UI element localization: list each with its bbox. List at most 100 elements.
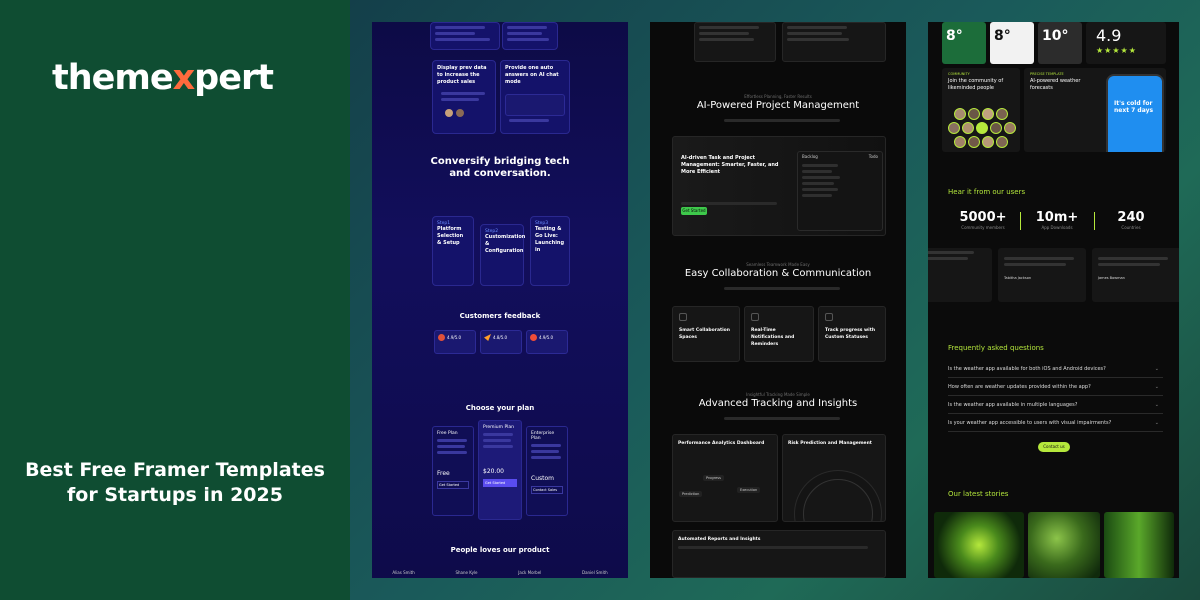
section-heading-line-1: Conversify bridging tech [430, 156, 570, 167]
prediction-tag: Prediction [679, 491, 703, 497]
task-management-hero: AI-driven Task and Project Management: S… [672, 136, 886, 236]
temperature: 8° [994, 28, 1011, 44]
analytics-dashboard-card: Performance Analytics Dashboard Progress… [672, 434, 778, 522]
weather-tile-1: 8° [942, 22, 986, 64]
flag-icon [825, 313, 833, 321]
plan-price: $20.00 [483, 468, 504, 475]
plan-price: Custom [531, 475, 554, 482]
plan-card-free: Free Plan Free Get Started [432, 426, 474, 516]
chat-icon [679, 313, 687, 321]
template-preview-weather-app[interactable]: 8° 8° 10° 4.9 ★★★★★ COMMUNITY Join the c… [928, 22, 1179, 578]
feature-card-statuses: Track progress with Custom Statuses [818, 306, 886, 362]
avatar [996, 136, 1008, 148]
faq-question: How often are weather updates provided w… [948, 384, 1091, 390]
story-image-2[interactable] [1028, 512, 1100, 578]
producthunt-icon [438, 334, 445, 341]
feature-card-ai-chat: Provide one auto answers on AI chat mode [500, 60, 570, 134]
task-board-panel: Backlog Todo [797, 151, 883, 231]
plan-button[interactable]: Get Started [437, 481, 469, 489]
person-name: Shane Kyle [455, 570, 478, 575]
logo-x-mark: x [172, 58, 196, 98]
step-card-1: Step1 Platform Selection & Setup [432, 216, 474, 286]
tracking-eyebrow: Insightful Tracking Made Simple [746, 392, 810, 397]
faq-item[interactable]: Is your weather app accessible to users … [948, 414, 1163, 432]
plan-button[interactable]: Contact Sales [531, 486, 563, 494]
stat-downloads: 10m+ App Downloads [1022, 210, 1092, 230]
bell-icon [751, 313, 759, 321]
plan-name: Premium Plan [483, 425, 515, 430]
plan-button[interactable]: Get Started [483, 479, 517, 487]
collab-heading: Easy Collaboration & Communication [684, 268, 872, 279]
person-name: Alias Smith [392, 570, 415, 575]
plan-price: Free [437, 470, 450, 477]
avatar [976, 122, 988, 134]
faq-item[interactable]: How often are weather updates provided w… [948, 378, 1163, 396]
stat-value: 5000+ [959, 210, 1007, 225]
template-preview-project-management[interactable]: Effortless Planning, Faster Results AI-P… [650, 22, 906, 578]
review-badge-3: 4.9/5.0 [526, 330, 568, 354]
status-list-card [782, 22, 886, 62]
template-label: PRECISE TEMPLATE [1030, 72, 1064, 76]
stories-heading: Our latest stories [948, 490, 1009, 498]
stat-label: Community members [961, 225, 1005, 230]
template-showcase: Display prev data to increase the produc… [350, 0, 1200, 600]
avatar [982, 136, 994, 148]
story-image-1[interactable] [934, 512, 1024, 578]
temperature: 10° [1042, 28, 1069, 44]
contact-us-button[interactable]: Contact us [1038, 442, 1070, 452]
avatar [962, 122, 974, 134]
pm-heading: AI-Powered Project Management [696, 100, 860, 111]
feature-card-ai-chat-title: Provide one auto answers on AI chat mode [505, 65, 559, 85]
get-started-button[interactable]: Get Started [681, 207, 707, 215]
todo-label: Todo [868, 154, 878, 159]
rating-tile: 4.9 ★★★★★ [1086, 22, 1166, 64]
feature-title: Smart Collaboration Spaces [679, 328, 730, 340]
chevron-down-icon: ⌄ [1154, 384, 1159, 390]
stat-community: 5000+ Community members [948, 210, 1018, 230]
analytics-title: Performance Analytics Dashboard [678, 441, 765, 446]
plan-card-enterprise: Enterprise Plan Custom Contact Sales [526, 426, 568, 516]
community-tile: COMMUNITY Join the community of likemind… [942, 68, 1020, 152]
step-title: Platform Selection & Setup [437, 226, 464, 246]
forecast-tile: PRECISE TEMPLATE AI-powered weather fore… [1024, 68, 1166, 152]
avatar [954, 136, 966, 148]
review-badge-2: 4.8/5.0 [480, 330, 522, 354]
phone-mockup: It's cold for next 7 days [1106, 74, 1164, 152]
avatar [996, 108, 1008, 120]
step-title: Customization & Configuration [485, 234, 526, 254]
backlog-label: Backlog [802, 154, 818, 159]
pm-eyebrow: Effortless Planning, Faster Results [744, 94, 812, 99]
plan-name: Enterprise Plan [531, 431, 555, 441]
community-text: Join the community of likeminded people [948, 78, 1004, 91]
themexpert-logo[interactable]: themexpert [52, 58, 274, 98]
rating-stars: ★★★★★ [1096, 46, 1137, 55]
capterra-icon [484, 334, 491, 341]
stat-value: 240 [1117, 210, 1145, 225]
pricing-heading: Choose your plan [465, 404, 535, 412]
template-text: AI-powered weather forecasts [1030, 78, 1081, 91]
template-preview-conversify[interactable]: Display prev data to increase the produc… [372, 22, 628, 578]
g2-icon [530, 334, 537, 341]
task-hero-title: AI-driven Task and Project Management: S… [681, 155, 779, 175]
testimonial-card [928, 248, 992, 302]
stat-value: 10m+ [1035, 210, 1079, 225]
chevron-down-icon: ⌄ [1154, 420, 1159, 426]
faq-item[interactable]: Is the weather app available for both iO… [948, 360, 1163, 378]
progress-tag: Progress [703, 475, 724, 481]
faq-question: Is the weather app available for both iO… [948, 366, 1106, 372]
story-image-3[interactable] [1104, 512, 1174, 578]
tracking-heading: Advanced Tracking and Insights [698, 398, 858, 409]
stat-label: App Downloads [1041, 225, 1073, 230]
risk-prediction-card: Risk Prediction and Management [782, 434, 886, 522]
avatar [990, 122, 1002, 134]
avatar [954, 108, 966, 120]
feature-card-collab: Smart Collaboration Spaces [672, 306, 740, 362]
chevron-down-icon: ⌄ [1154, 366, 1159, 372]
faq-item[interactable]: Is the weather app available in multiple… [948, 396, 1163, 414]
review-score: 4.9/5.0 [447, 335, 462, 340]
section-heading-line-2: and conversation. [449, 168, 551, 179]
avatar [968, 108, 980, 120]
feature-card-sales: Display prev data to increase the produc… [432, 60, 496, 134]
plan-card-premium: Premium Plan $20.00 Get Started [478, 420, 522, 520]
reports-card: Automated Reports and Insights [672, 530, 886, 578]
